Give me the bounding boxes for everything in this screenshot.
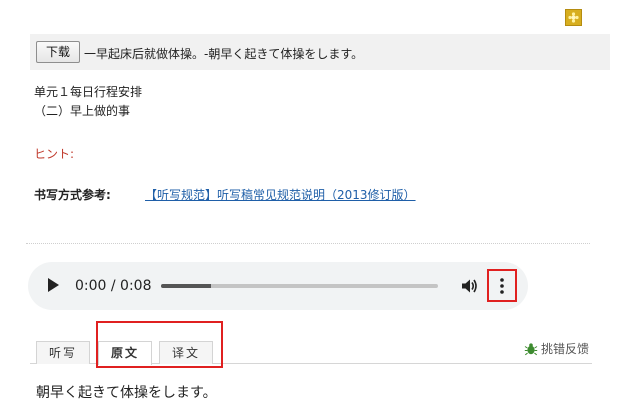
play-icon[interactable] — [48, 278, 59, 292]
rules-link[interactable]: 【听写规范】听写稿常见规范说明（2013修订版） — [145, 186, 416, 203]
feedback-label: 挑错反馈 — [541, 342, 590, 356]
tabs-highlight — [96, 321, 223, 368]
flower-icon[interactable] — [565, 9, 582, 26]
audio-progress-fill — [161, 284, 211, 288]
more-vert-icon[interactable] — [497, 276, 507, 296]
unit-title: 单元１每日行程安排 — [34, 85, 143, 99]
feedback-link[interactable]: 挑错反馈 — [524, 340, 589, 357]
rules-label: 书写方式参考: — [34, 188, 111, 202]
download-button[interactable]: 下载 — [36, 41, 80, 63]
bug-icon — [524, 342, 538, 355]
sentence-title: 一早起床后就做体操。-朝早く起きて体操をします。 — [84, 47, 364, 61]
divider — [26, 243, 590, 244]
audio-time: 0:00 / 0:08 — [75, 278, 152, 294]
tab-dictation[interactable]: 听写 — [36, 341, 90, 364]
volume-icon[interactable] — [460, 277, 478, 295]
original-text-content: 朝早く起きて体操をします。 — [36, 385, 217, 401]
unit-subtitle: （二）早上做的事 — [34, 104, 131, 118]
audio-progress-bar[interactable] — [161, 284, 438, 288]
hint-label: ヒント: — [34, 147, 75, 161]
flower-icon-glyph — [568, 12, 579, 23]
